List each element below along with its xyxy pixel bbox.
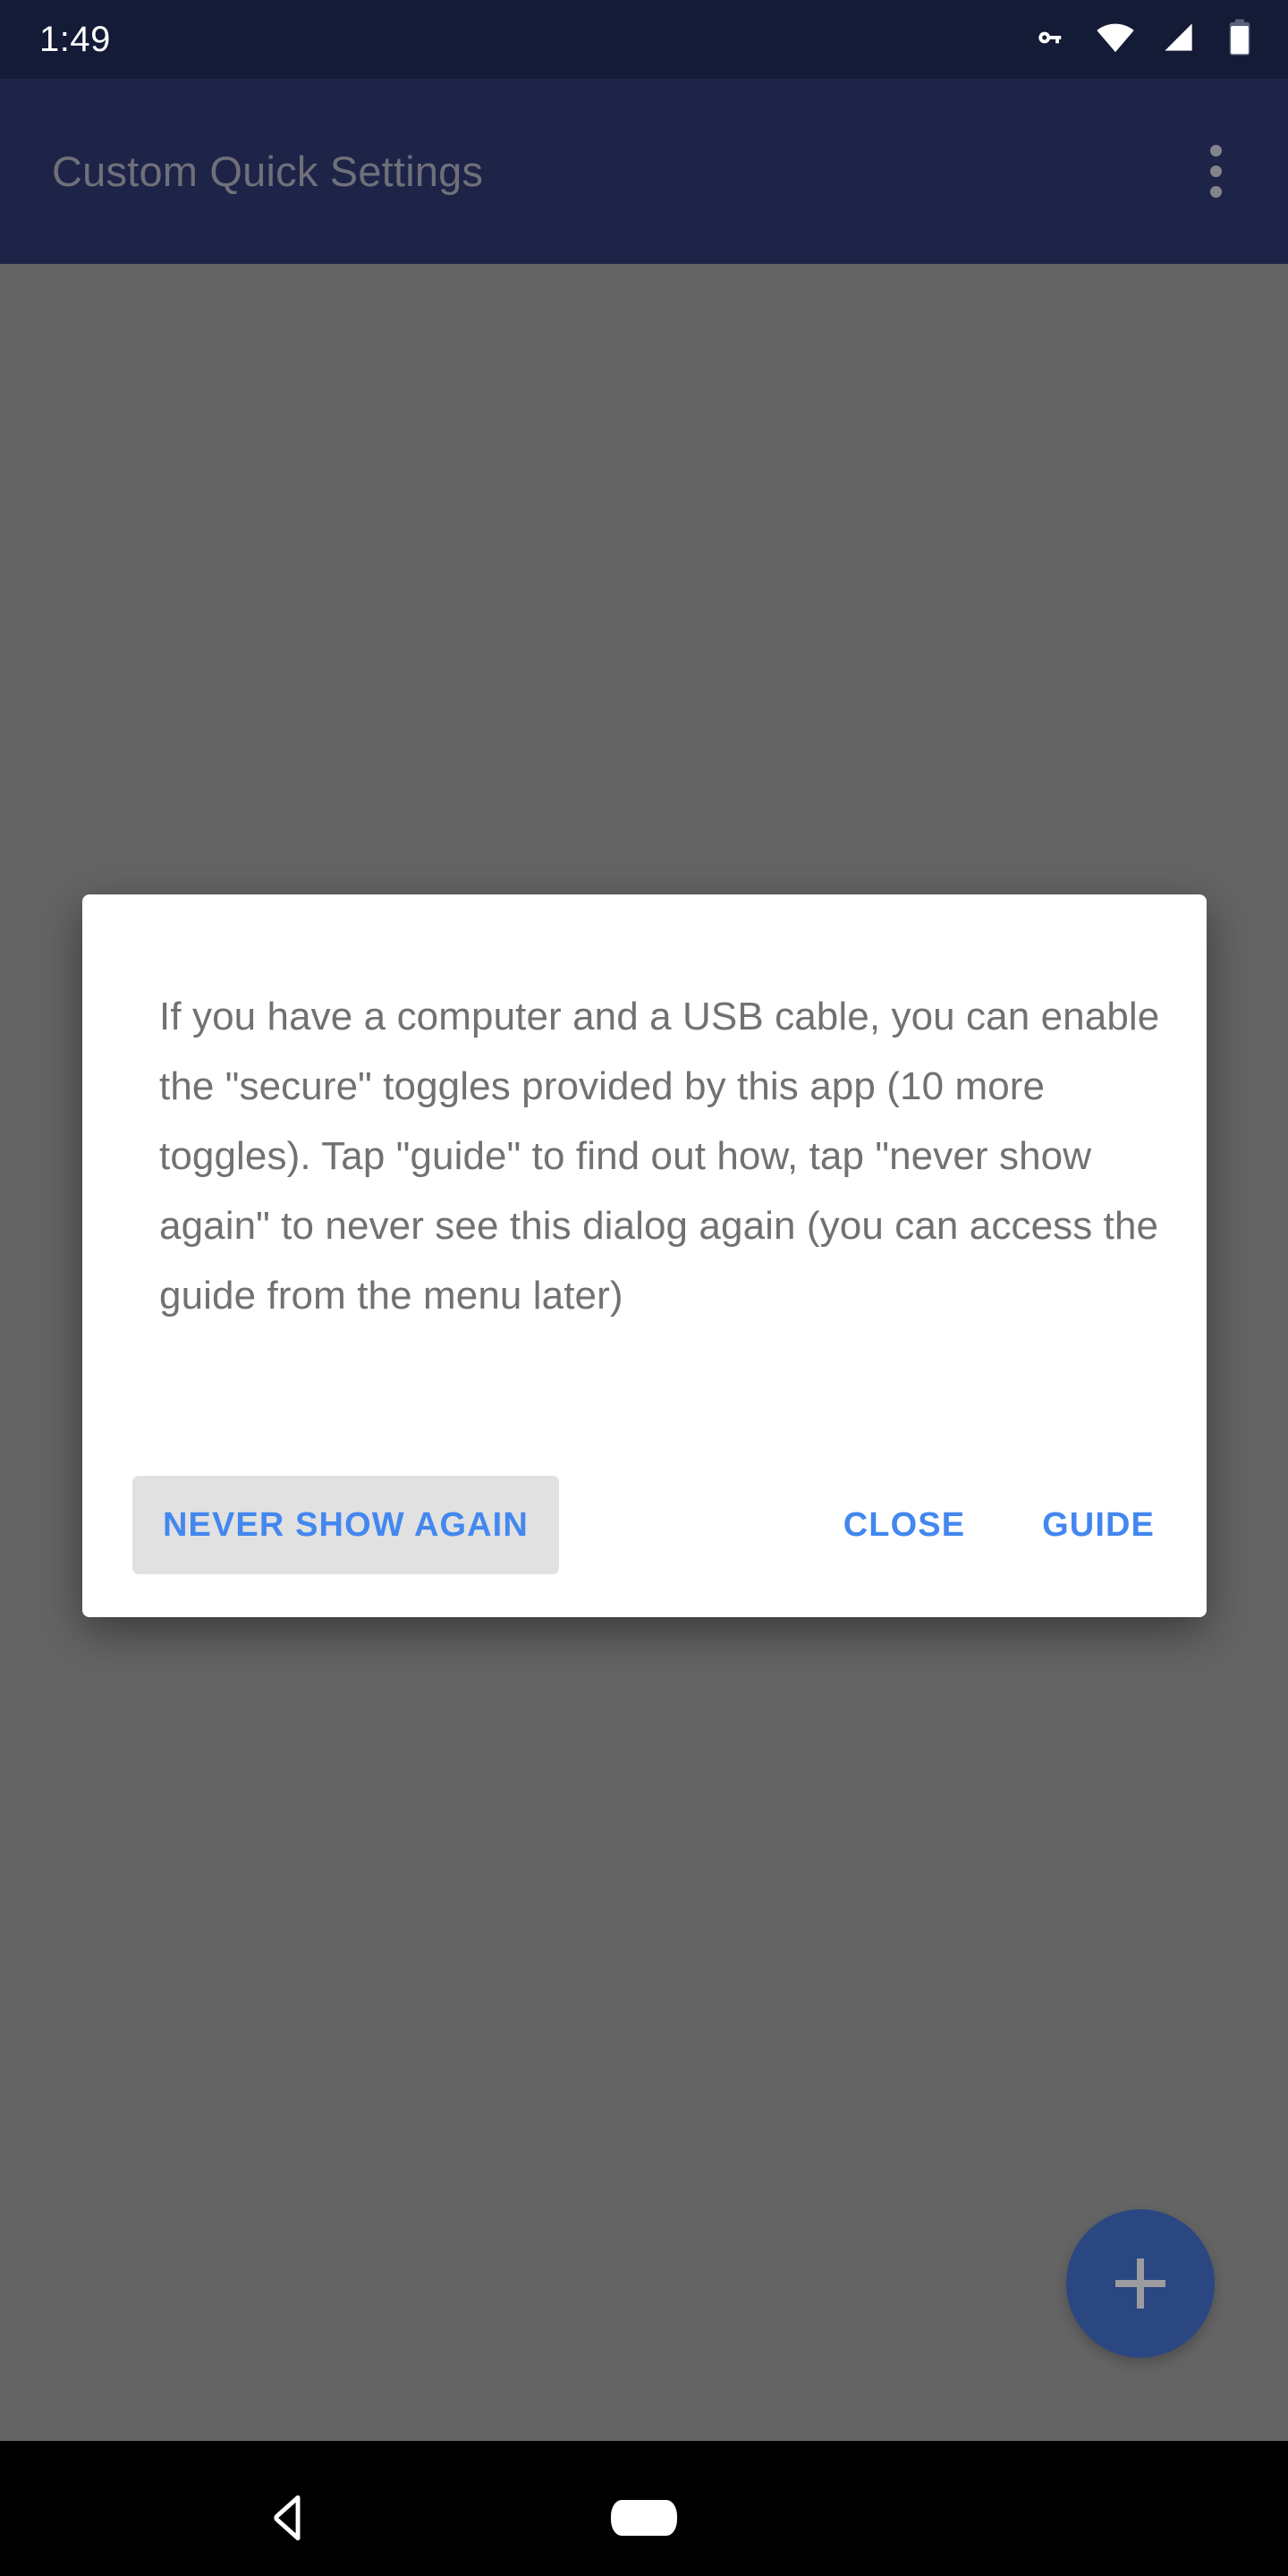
overflow-menu-icon[interactable] — [1166, 123, 1265, 221]
navigation-bar — [0, 2441, 1288, 2576]
add-toggle-fab[interactable] — [1066, 2209, 1215, 2358]
status-bar: 1:49 — [0, 0, 1288, 79]
plus-icon-vertical — [1137, 2258, 1144, 2309]
back-button-icon[interactable] — [258, 2486, 322, 2550]
overflow-dot-2 — [1209, 165, 1222, 177]
page-title: Custom Quick Settings — [52, 148, 484, 195]
home-pill — [611, 2500, 677, 2536]
status-bar-icons — [1032, 17, 1258, 63]
never-show-again-button[interactable]: NEVER SHOW AGAIN — [132, 1476, 559, 1574]
guide-button[interactable]: GUIDE — [1021, 1476, 1176, 1574]
home-button-icon[interactable] — [601, 2496, 687, 2539]
info-dialog: If you have a computer and a USB cable, … — [82, 894, 1207, 1617]
status-bar-clock: 1:49 — [39, 20, 111, 59]
close-button[interactable]: CLOSE — [818, 1476, 990, 1574]
phone-screen: 1:49 Custom Quick Settings If you have a… — [0, 0, 1288, 2576]
vpn-key-icon — [1032, 18, 1072, 62]
dialog-actions: NEVER SHOW AGAIN CLOSE GUIDE — [82, 1476, 1207, 1617]
overflow-dot-1 — [1209, 145, 1222, 157]
dialog-message: If you have a computer and a USB cable, … — [159, 995, 1160, 1318]
overflow-dot-3 — [1209, 186, 1222, 198]
wifi-icon — [1095, 17, 1136, 63]
cellular-signal-icon — [1159, 18, 1199, 62]
app-bar: Custom Quick Settings — [0, 79, 1288, 264]
battery-icon — [1222, 18, 1258, 62]
